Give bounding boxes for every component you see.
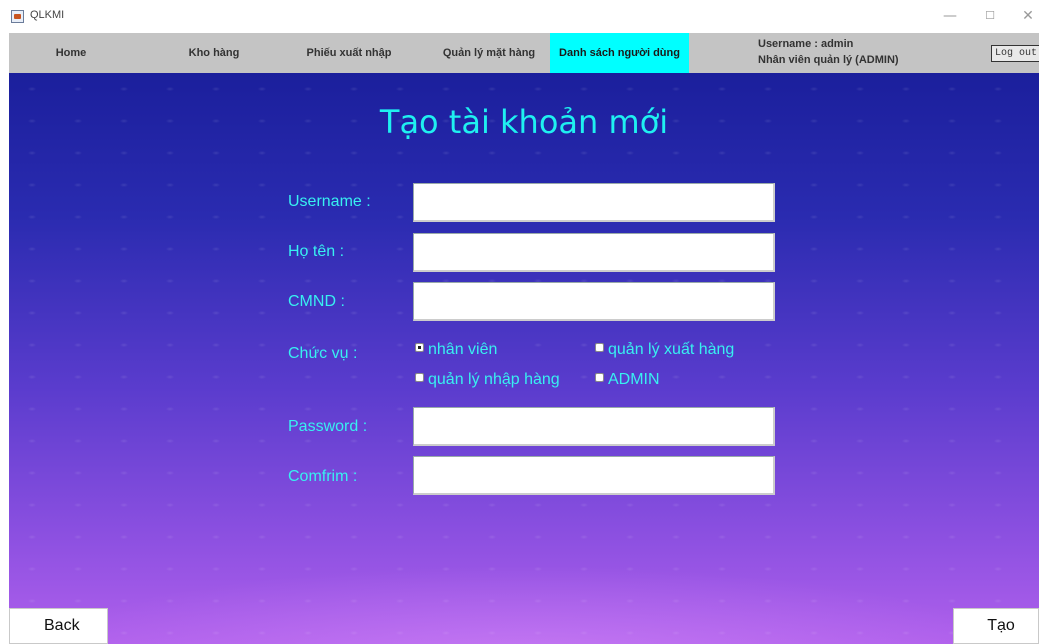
role-radio-quan-ly-xuat-hang[interactable]: quản lý xuất hàng (595, 341, 734, 359)
radio-checked-icon (415, 343, 424, 352)
role-label: quản lý xuất hàng (608, 341, 735, 358)
logout-button[interactable]: Log out (991, 45, 1039, 62)
confirm-password-input[interactable] (413, 456, 775, 495)
nav-phieu-xuat-nhap[interactable]: Phiếu xuất nhập (289, 33, 409, 73)
page-title: Tạo tài khoản mới (379, 103, 669, 141)
username-text: Username : admin (758, 38, 854, 50)
minimize-icon[interactable]: — (940, 6, 960, 26)
nav-quan-ly-mat-hang[interactable]: Quản lý mặt hàng (429, 33, 549, 73)
password-input[interactable] (413, 407, 775, 446)
back-button[interactable]: Back (9, 608, 108, 644)
user-role-text: Nhân viên quản lý (ADMIN) (758, 54, 899, 66)
role-radio-nhan-vien[interactable]: nhân viên (415, 341, 497, 359)
nav-home[interactable]: Home (31, 33, 111, 73)
hoten-input[interactable] (413, 233, 775, 272)
window-title: QLKMI (30, 9, 65, 21)
nav-danh-sach-nguoi-dung[interactable]: Danh sách người dùng (550, 33, 689, 73)
chucvu-label: Chức vụ : (288, 345, 358, 362)
username-label: Username : (288, 193, 371, 210)
radio-unchecked-icon (595, 373, 604, 382)
radio-unchecked-icon (595, 343, 604, 352)
hoten-label: Họ tên : (288, 243, 345, 260)
maximize-icon[interactable]: ☐ (980, 6, 1000, 26)
role-radio-admin[interactable]: ADMIN (595, 371, 660, 389)
role-label: nhân viên (428, 341, 498, 358)
confirm-label: Comfrim : (288, 468, 358, 485)
java-app-icon (11, 10, 24, 23)
radio-unchecked-icon (415, 373, 424, 382)
cmnd-input[interactable] (413, 282, 775, 321)
role-label: ADMIN (608, 371, 660, 388)
nav-kho-hang[interactable]: Kho hàng (169, 33, 259, 73)
create-account-panel: Tạo tài khoản mới Username : Họ tên : CM… (9, 73, 1039, 644)
role-radio-quan-ly-nhap-hang[interactable]: quản lý nhập hàng (415, 371, 560, 389)
window-titlebar: QLKMI — ☐ ✕ (0, 0, 1039, 32)
password-label: Password : (288, 418, 368, 435)
close-icon[interactable]: ✕ (1018, 6, 1038, 26)
top-navbar: Home Kho hàng Phiếu xuất nhập Quản lý mặ… (9, 33, 1039, 73)
user-info: Username : admin Nhân viên quản lý (ADMI… (758, 36, 899, 68)
create-button[interactable]: Tạo (953, 608, 1039, 644)
role-label: quản lý nhập hàng (428, 371, 560, 388)
username-input[interactable] (413, 183, 775, 222)
cmnd-label: CMND : (288, 293, 345, 310)
